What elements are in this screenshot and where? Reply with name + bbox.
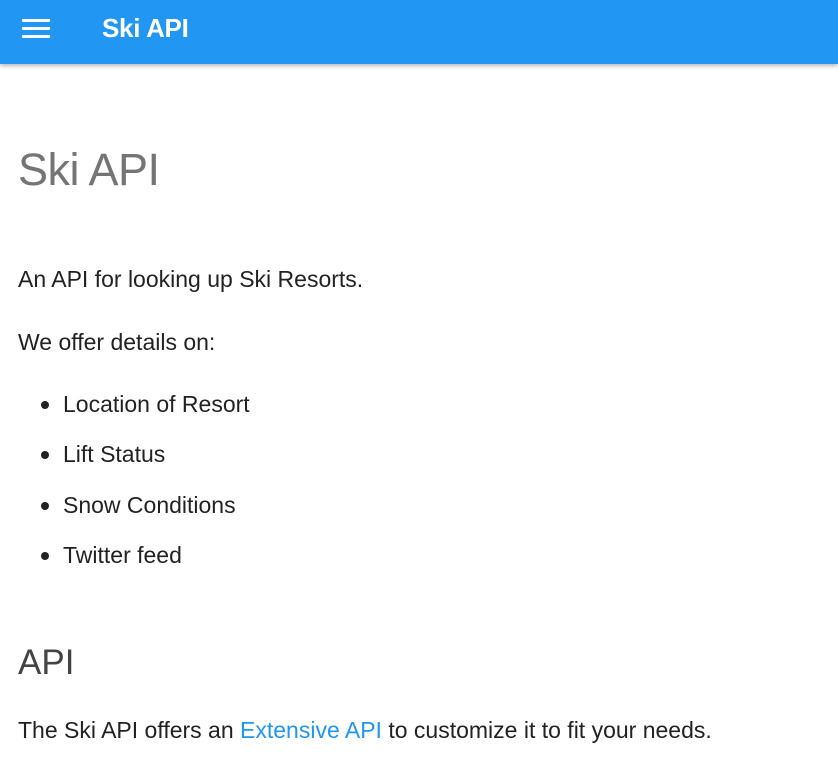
api-description: The Ski API offers an Extensive API to c… [18,715,712,745]
api-section-heading: API [18,643,75,682]
list-item: Twitter feed [18,540,250,590]
list-item: Snow Conditions [18,490,250,540]
page-title: Ski API [18,144,160,195]
intro-text: An API for looking up Ski Resorts. [18,266,364,292]
menu-bar-line [22,19,50,22]
extensive-api-link[interactable]: Extensive API [240,717,382,743]
bullet-icon [41,501,49,510]
menu-bar-line [22,35,50,38]
feature-label: Location of Resort [63,391,250,417]
list-item: Lift Status [18,439,250,489]
app-title: Ski API [102,13,189,43]
app-header: Ski API [0,0,838,64]
bullet-icon [41,401,49,409]
feature-label: Snow Conditions [63,491,236,518]
hamburger-menu-icon[interactable] [22,19,50,39]
api-text-after: to customize it to fit your needs. [381,717,712,743]
menu-bar-line [22,27,50,30]
list-item: Location of Resort [18,389,250,439]
features-list: Location of Resort Lift Status Snow Cond… [18,389,250,590]
feature-label: Twitter feed [63,541,182,568]
feature-label: Lift Status [63,441,166,468]
bullet-icon [41,451,49,460]
bullet-icon [41,551,49,560]
api-text-before: The Ski API offers an [18,717,241,743]
offer-text: We offer details on: [18,329,216,355]
